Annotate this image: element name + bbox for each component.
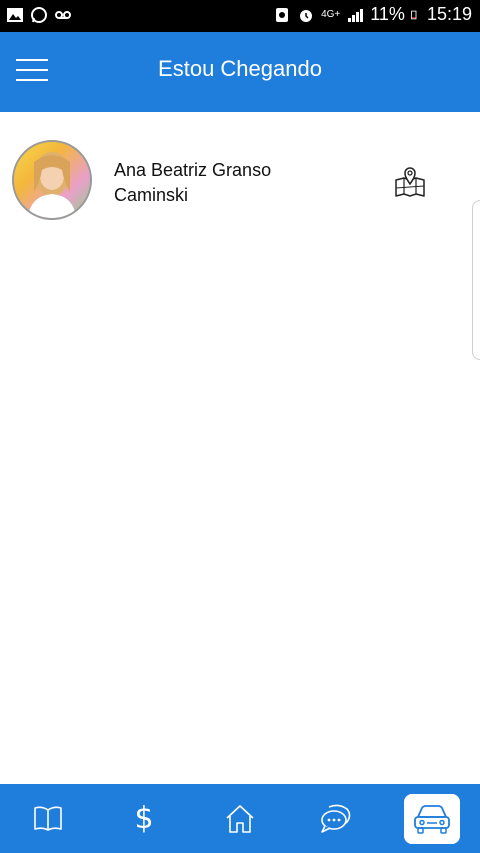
nav-item-chat[interactable]: [288, 784, 384, 853]
dollar-icon: $: [134, 800, 154, 836]
book-icon: [34, 806, 62, 831]
voicemail-icon: [55, 11, 71, 19]
home-icon: [226, 804, 254, 833]
list-item[interactable]: Ana Beatriz Granso Caminski: [0, 112, 480, 252]
page-title: Estou Chegando: [158, 56, 322, 81]
nav-item-home[interactable]: [192, 784, 288, 853]
whatsapp-icon: [31, 7, 47, 23]
people-list: Ana Beatriz Granso Caminski: [0, 112, 480, 252]
network-type: 4G+: [321, 9, 341, 20]
avatar: [12, 140, 92, 220]
map-location-button[interactable]: [394, 166, 426, 198]
signal-icon: [348, 8, 364, 22]
notification-icons: [6, 6, 72, 24]
person-name: Ana Beatriz Granso Caminski: [114, 158, 354, 208]
status-bar: 4G+ 11% 15:19: [0, 0, 480, 32]
car-icon: [414, 804, 450, 834]
nav-item-book[interactable]: [0, 784, 96, 853]
map-pin-icon: [395, 167, 425, 197]
alarm-icon: [300, 9, 313, 22]
status-right: 4G+ 11% 15:19: [273, 4, 472, 25]
clock: 15:19: [426, 4, 472, 24]
bottom-navigation: $: [0, 784, 480, 853]
app-bar: Estou Chegando: [0, 32, 480, 112]
nav-item-car[interactable]: [384, 784, 480, 853]
active-tab-indicator: [404, 793, 460, 844]
person-photo-icon: [28, 152, 76, 218]
battery-percent: 11%: [370, 4, 405, 24]
data-saver-icon: [276, 7, 289, 22]
battery-icon: [411, 10, 417, 19]
image-notification-icon: [7, 8, 23, 22]
person-name-line2: Caminski: [114, 185, 189, 205]
side-panel-handle[interactable]: [472, 200, 480, 360]
person-name-line1: Ana Beatriz Granso: [114, 160, 272, 180]
chat-icon: [321, 804, 351, 833]
nav-item-finance[interactable]: $: [96, 784, 192, 853]
